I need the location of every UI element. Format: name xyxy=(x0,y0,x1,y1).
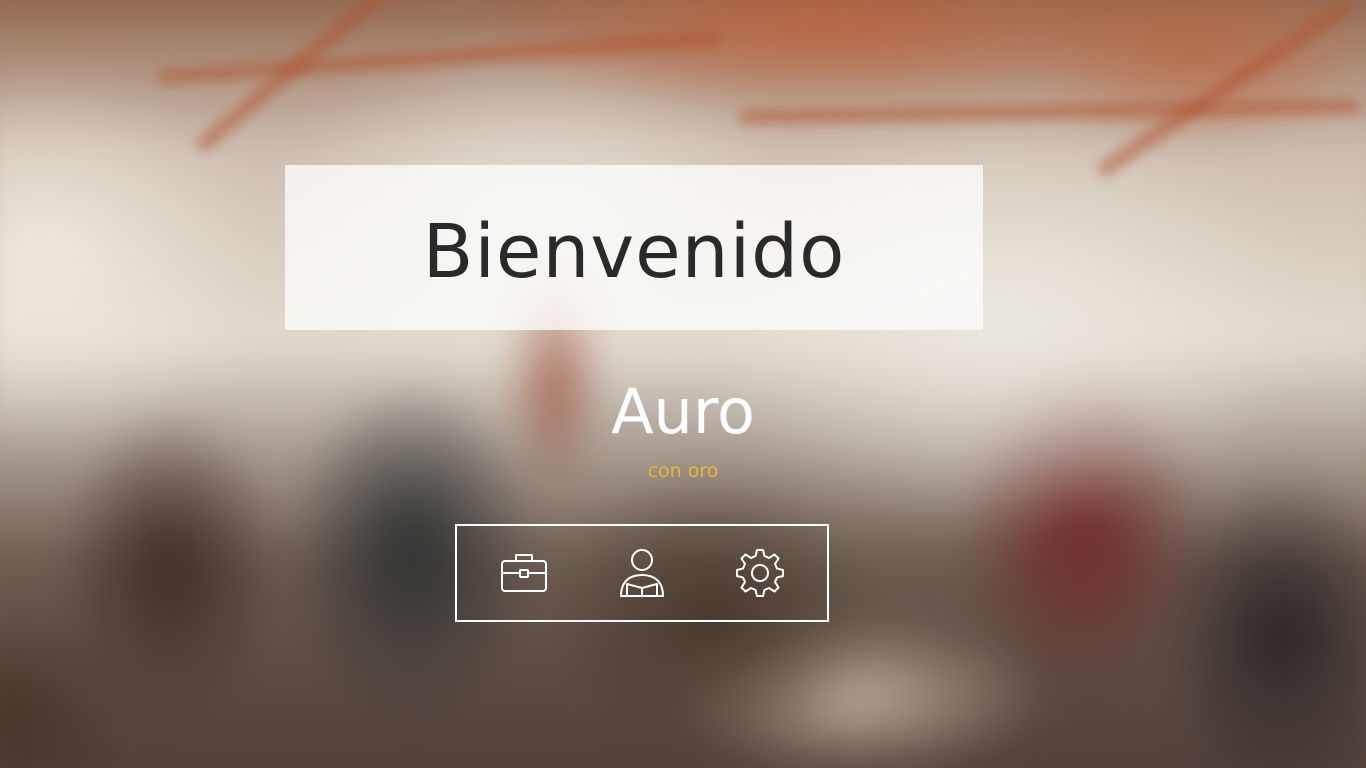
gear-icon xyxy=(736,549,784,597)
settings-button[interactable] xyxy=(730,543,790,603)
welcome-banner: Bienvenido xyxy=(285,165,983,330)
reader-button[interactable] xyxy=(612,543,672,603)
main-menu-bar xyxy=(455,524,829,622)
briefcase-button[interactable] xyxy=(494,543,554,603)
welcome-title: Bienvenido xyxy=(422,208,846,295)
brand-name: Auro xyxy=(611,375,755,448)
brand-block: Auro con oro xyxy=(0,372,1366,484)
reader-icon xyxy=(620,549,664,597)
welcome-screen: Bienvenido Auro con oro xyxy=(0,0,1366,768)
briefcase-icon xyxy=(501,554,547,592)
brand-tagline: con oro xyxy=(647,460,719,482)
